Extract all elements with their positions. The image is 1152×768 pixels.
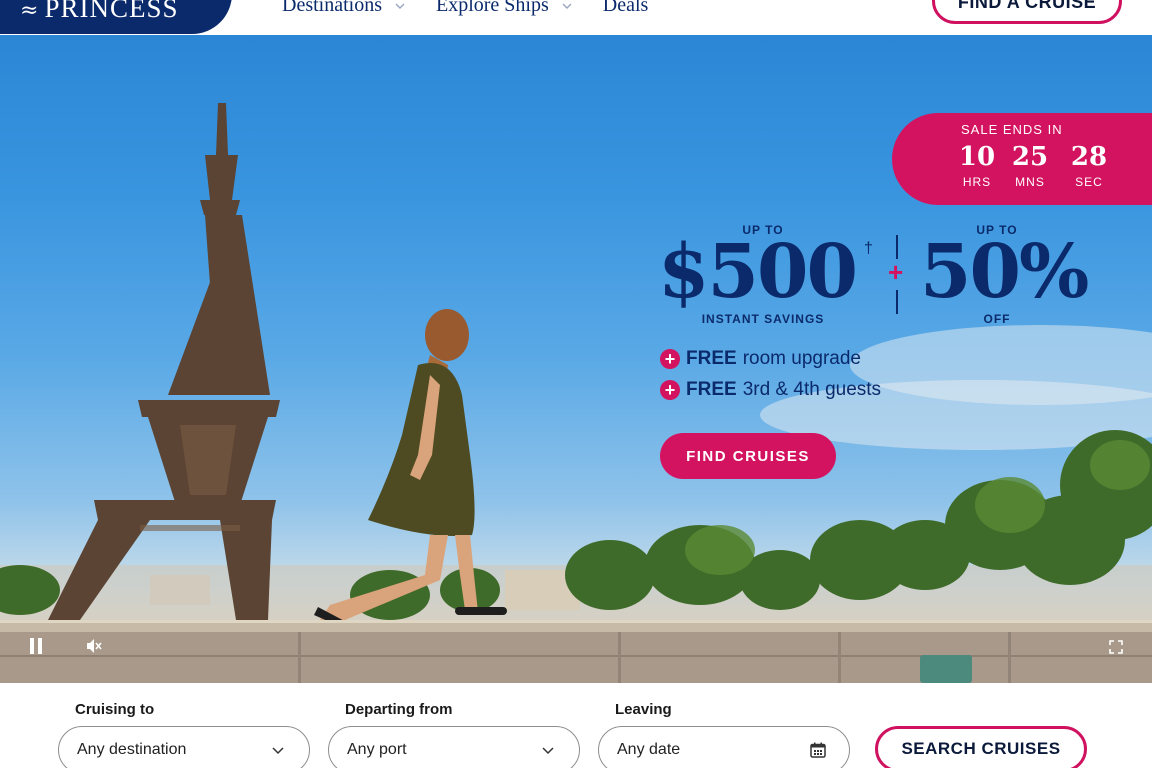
page: ≈ PRINCESS Destinations Explore Ships De…	[0, 0, 1152, 768]
destination-select[interactable]: Any destination	[58, 726, 310, 768]
departing-from-label: Departing from	[345, 701, 453, 718]
chevron-down-icon	[542, 747, 554, 755]
pause-icon	[30, 638, 42, 654]
brand-name: PRINCESS	[44, 0, 179, 23]
nav-item-label: Destinations	[282, 0, 382, 16]
perk-strong: FREE	[686, 379, 737, 400]
date-picker[interactable]: Any date	[598, 726, 850, 768]
brand-logo[interactable]: ≈ PRINCESS	[0, 0, 232, 34]
countdown-seconds: 28 SEC	[1064, 143, 1114, 189]
hours-value: 10	[958, 142, 996, 172]
offer-left-amount: $500	[658, 229, 858, 315]
minutes-label: MNS	[1015, 174, 1045, 189]
offer-right-caption: OFF	[983, 312, 1011, 326]
plus-icon: +	[660, 349, 680, 369]
offer-right-amount: 50%	[920, 229, 1089, 315]
find-cruises-button[interactable]: FIND CRUISES	[660, 433, 836, 479]
countdown-hours: 10 HRS	[952, 143, 1002, 189]
countdown-minutes: 25 MNS	[1005, 143, 1055, 189]
find-a-cruise-button[interactable]: FIND A CRUISE	[932, 0, 1122, 24]
seconds-value: 28	[1070, 142, 1108, 172]
search-cruises-button[interactable]: SEARCH CRUISES	[875, 726, 1087, 768]
pause-button[interactable]	[26, 636, 46, 656]
offer-dagger-mark: †	[864, 240, 873, 257]
nav-item-label: Explore Ships	[436, 0, 549, 16]
nav-item-explore-ships[interactable]: Explore Ships	[436, 0, 573, 17]
offer-divider-top	[896, 235, 898, 259]
chevron-down-icon	[272, 747, 284, 755]
port-select[interactable]: Any port	[328, 726, 580, 768]
perk-text: 3rd & 4th guests	[742, 379, 882, 400]
chevron-down-icon	[562, 3, 572, 9]
chevron-down-icon	[395, 3, 405, 9]
minutes-value: 25	[1011, 142, 1049, 172]
port-value: Any port	[347, 741, 407, 758]
fullscreen-button[interactable]	[1106, 637, 1126, 657]
hours-label: HRS	[962, 174, 992, 189]
mute-icon	[87, 639, 102, 653]
nav-item-destinations[interactable]: Destinations	[282, 0, 406, 17]
destination-value: Any destination	[77, 741, 187, 758]
site-header: ≈ PRINCESS Destinations Explore Ships De…	[0, 0, 1152, 35]
cruising-to-label: Cruising to	[75, 701, 155, 718]
offer-divider-bottom	[896, 290, 898, 314]
offer-left-caption: INSTANT SAVINGS	[701, 312, 825, 326]
perk-room-upgrade: + FREE room upgrade	[660, 348, 861, 370]
sale-title: SALE ENDS IN	[961, 122, 1063, 137]
calendar-icon	[810, 742, 826, 758]
main-nav: Destinations Explore Ships Deals	[282, 0, 678, 17]
sale-countdown-badge: SALE ENDS IN 10 HRS 25 MNS 28 SEC	[892, 113, 1152, 205]
plus-icon: +	[660, 380, 680, 400]
nav-item-label: Deals	[602, 0, 649, 16]
perk-text: room upgrade	[742, 348, 861, 369]
hero-video: SALE ENDS IN 10 HRS 25 MNS 28 SEC UP TO …	[0, 35, 1152, 683]
seawitch-logo-icon: ≈	[20, 0, 39, 23]
nav-item-deals[interactable]: Deals	[603, 0, 649, 17]
fullscreen-icon	[1109, 640, 1123, 654]
perk-extra-guests: + FREE 3rd & 4th guests	[660, 379, 881, 401]
date-value: Any date	[617, 741, 681, 758]
perk-strong: FREE	[686, 348, 737, 369]
cruise-search-bar: Cruising to Any destination Departing fr…	[0, 683, 1152, 768]
offer-plus-sign: +	[888, 257, 904, 287]
leaving-label: Leaving	[615, 701, 672, 718]
seconds-label: SEC	[1075, 174, 1103, 189]
mute-button[interactable]	[84, 636, 104, 656]
